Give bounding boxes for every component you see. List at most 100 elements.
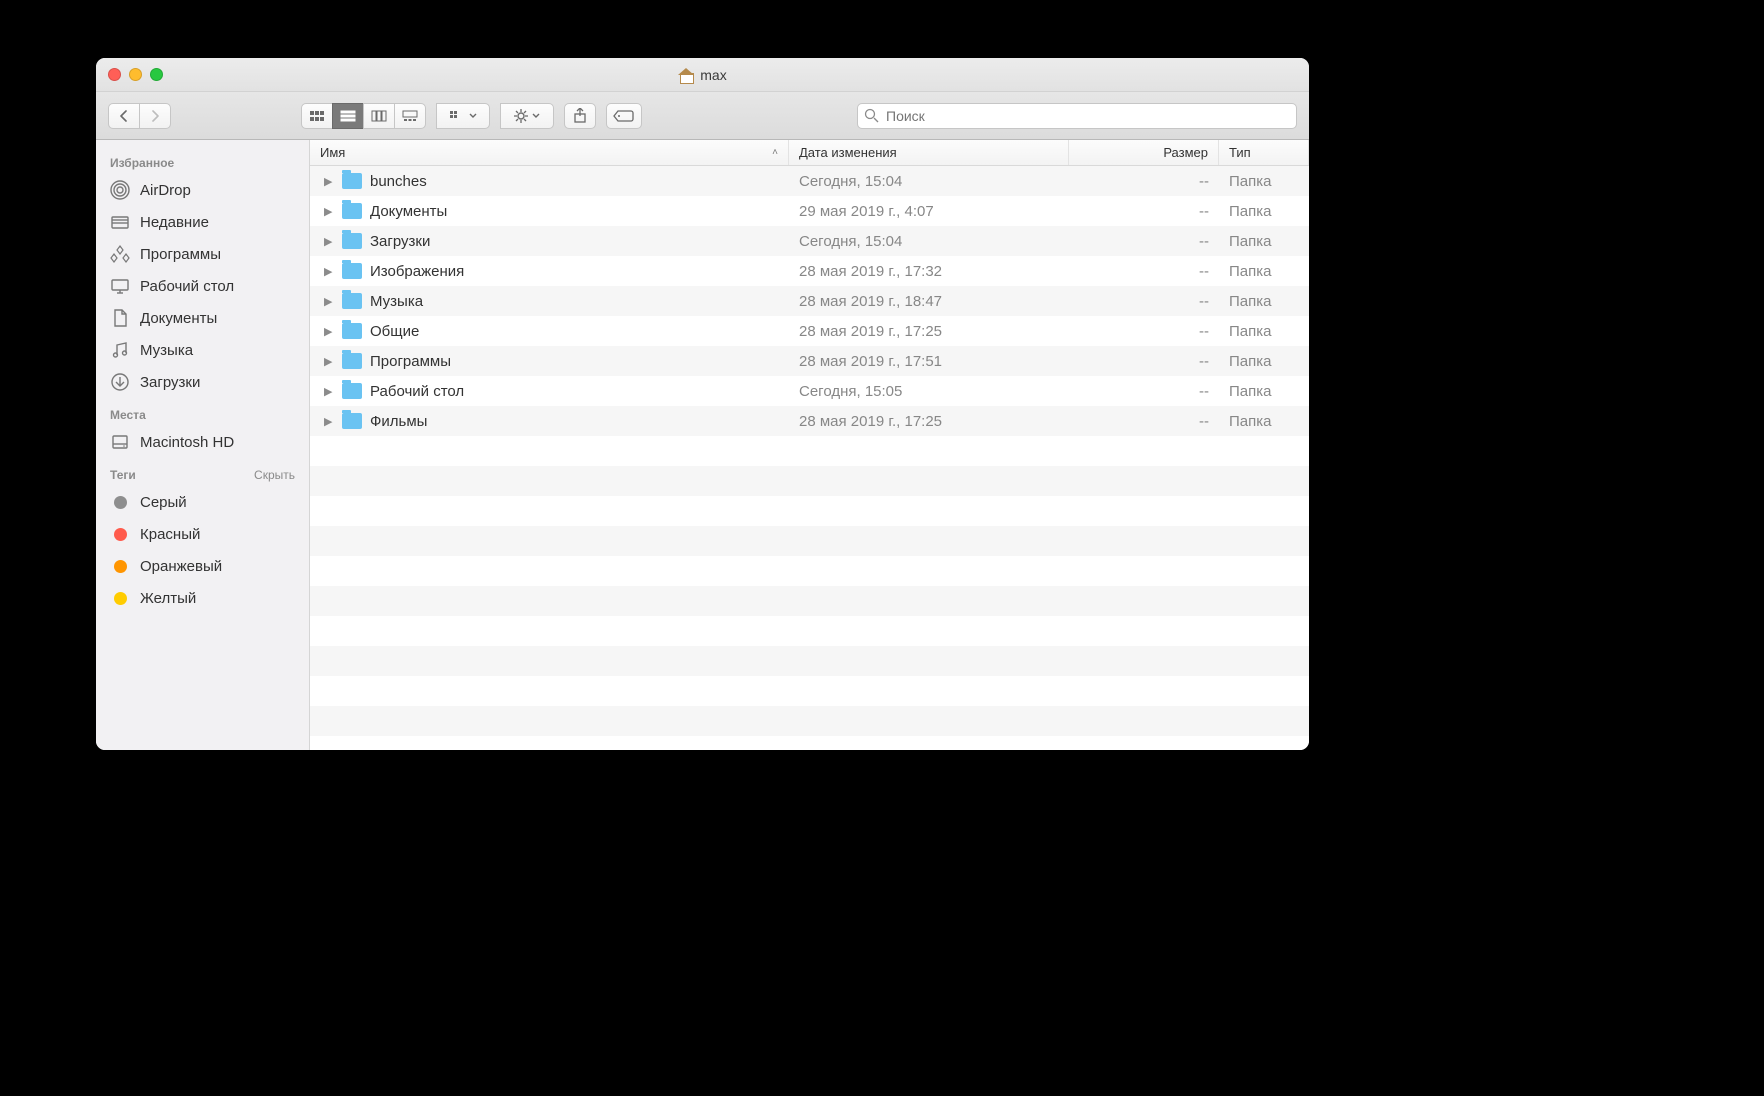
sidebar-item[interactable]: Программы	[96, 238, 309, 270]
search-field[interactable]	[857, 103, 1297, 129]
window-title-text: max	[700, 67, 726, 83]
sidebar-section-header: Избранное	[96, 146, 309, 174]
table-row[interactable]: ▶Музыка28 мая 2019 г., 18:47--Папка	[310, 286, 1309, 316]
sidebar-item[interactable]: Музыка	[96, 334, 309, 366]
cell-kind: Папка	[1219, 353, 1309, 370]
content: Имя ˄ Дата изменения Размер Тип ▶bunches…	[310, 140, 1309, 750]
sidebar-item-label: Рабочий стол	[140, 278, 234, 295]
disclosure-triangle-icon[interactable]: ▶	[324, 175, 334, 188]
file-name: Рабочий стол	[370, 383, 464, 400]
sidebar-item[interactable]: Загрузки	[96, 366, 309, 398]
disclosure-triangle-icon[interactable]: ▶	[324, 385, 334, 398]
column-date-label: Дата изменения	[799, 145, 897, 160]
sidebar-section-title: Места	[110, 408, 146, 422]
back-button[interactable]	[108, 103, 140, 129]
home-icon	[678, 68, 694, 82]
disclosure-triangle-icon[interactable]: ▶	[324, 355, 334, 368]
forward-button[interactable]	[139, 103, 171, 129]
sidebar-item[interactable]: Документы	[96, 302, 309, 334]
sidebar-item[interactable]: Недавние	[96, 206, 309, 238]
sidebar-item-label: Желтый	[140, 590, 196, 607]
table-row[interactable]: ▶bunchesСегодня, 15:04--Папка	[310, 166, 1309, 196]
column-header-name[interactable]: Имя ˄	[310, 140, 789, 165]
titlebar[interactable]: max	[96, 58, 1309, 92]
cell-date: 28 мая 2019 г., 17:32	[789, 263, 1069, 280]
cell-size: --	[1069, 263, 1219, 280]
sidebar-section-title: Теги	[110, 468, 136, 482]
cell-kind: Папка	[1219, 293, 1309, 310]
disclosure-triangle-icon[interactable]: ▶	[324, 415, 334, 428]
table-row[interactable]: ▶Документы29 мая 2019 г., 4:07--Папка	[310, 196, 1309, 226]
column-headers: Имя ˄ Дата изменения Размер Тип	[310, 140, 1309, 166]
cell-name: ▶ Музыка	[310, 293, 789, 310]
search-input[interactable]	[857, 103, 1297, 129]
sidebar-item[interactable]: Оранжевый	[96, 550, 309, 582]
disclosure-triangle-icon[interactable]: ▶	[324, 235, 334, 248]
view-columns-button[interactable]	[363, 103, 395, 129]
apps-icon	[110, 244, 130, 264]
table-row[interactable]: ▶ Рабочий стол Сегодня, 15:05--Папка	[310, 376, 1309, 406]
file-name: Документы	[370, 203, 447, 220]
zoom-button[interactable]	[150, 68, 163, 81]
sidebar-item-label: Оранжевый	[140, 558, 222, 575]
cell-name: ▶Программы	[310, 353, 789, 370]
file-rows[interactable]: ▶bunchesСегодня, 15:04--Папка▶Документы2…	[310, 166, 1309, 750]
sidebar-item-label: Музыка	[140, 342, 193, 359]
tag-dot-icon	[110, 556, 130, 576]
folder-icon	[342, 293, 362, 309]
minimize-button[interactable]	[129, 68, 142, 81]
sidebar-item-label: Документы	[140, 310, 217, 327]
disclosure-triangle-icon[interactable]: ▶	[324, 325, 334, 338]
file-name: Музыка	[370, 293, 423, 310]
view-buttons	[301, 103, 426, 129]
column-header-kind[interactable]: Тип	[1219, 140, 1309, 165]
empty-stripe	[310, 616, 1309, 646]
action-button[interactable]	[500, 103, 554, 129]
table-row[interactable]: ▶ЗагрузкиСегодня, 15:04--Папка	[310, 226, 1309, 256]
folder-icon	[342, 383, 362, 399]
sidebar-item[interactable]: Рабочий стол	[96, 270, 309, 302]
sidebar-section-header: Места	[96, 398, 309, 426]
empty-stripe	[310, 436, 1309, 466]
group-by-button[interactable]	[436, 103, 490, 129]
sidebar-item[interactable]: AirDrop	[96, 174, 309, 206]
column-header-date[interactable]: Дата изменения	[789, 140, 1069, 165]
cell-name: ▶bunches	[310, 173, 789, 190]
toolbar	[96, 92, 1309, 140]
file-name: Изображения	[370, 263, 464, 280]
cell-kind: Папка	[1219, 383, 1309, 400]
cell-size: --	[1069, 383, 1219, 400]
disclosure-triangle-icon[interactable]: ▶	[324, 295, 334, 308]
sidebar-item[interactable]: Желтый	[96, 582, 309, 614]
empty-stripe	[310, 646, 1309, 676]
cell-name: ▶ Изображения	[310, 263, 789, 280]
view-list-button[interactable]	[332, 103, 364, 129]
folder-icon	[342, 353, 362, 369]
desktop-icon	[110, 276, 130, 296]
empty-stripe	[310, 526, 1309, 556]
disclosure-triangle-icon[interactable]: ▶	[324, 265, 334, 278]
sidebar-hide-button[interactable]: Скрыть	[254, 468, 295, 482]
table-row[interactable]: ▶Программы28 мая 2019 г., 17:51--Папка	[310, 346, 1309, 376]
close-button[interactable]	[108, 68, 121, 81]
tag-dot-icon	[110, 492, 130, 512]
cell-date: Сегодня, 15:05	[789, 383, 1069, 400]
tags-button[interactable]	[606, 103, 642, 129]
sidebar-item[interactable]: Macintosh HD	[96, 426, 309, 458]
cell-size: --	[1069, 413, 1219, 430]
file-name: Фильмы	[370, 413, 427, 430]
disclosure-triangle-icon[interactable]: ▶	[324, 205, 334, 218]
table-row[interactable]: ▶Изображения28 мая 2019 г., 17:32--Папка	[310, 256, 1309, 286]
column-header-size[interactable]: Размер	[1069, 140, 1219, 165]
table-row[interactable]: ▶Фильмы28 мая 2019 г., 17:25--Папка	[310, 406, 1309, 436]
column-name-label: Имя	[320, 145, 345, 160]
table-row[interactable]: ▶Общие28 мая 2019 г., 17:25--Папка	[310, 316, 1309, 346]
cell-name: ▶ Документы	[310, 203, 789, 220]
view-icons-button[interactable]	[301, 103, 333, 129]
sidebar[interactable]: ИзбранноеAirDropНедавниеПрограммы Рабочий…	[96, 140, 310, 750]
folder-icon	[342, 233, 362, 249]
view-gallery-button[interactable]	[394, 103, 426, 129]
sidebar-item[interactable]: Серый	[96, 486, 309, 518]
sidebar-item[interactable]: Красный	[96, 518, 309, 550]
share-button[interactable]	[564, 103, 596, 129]
